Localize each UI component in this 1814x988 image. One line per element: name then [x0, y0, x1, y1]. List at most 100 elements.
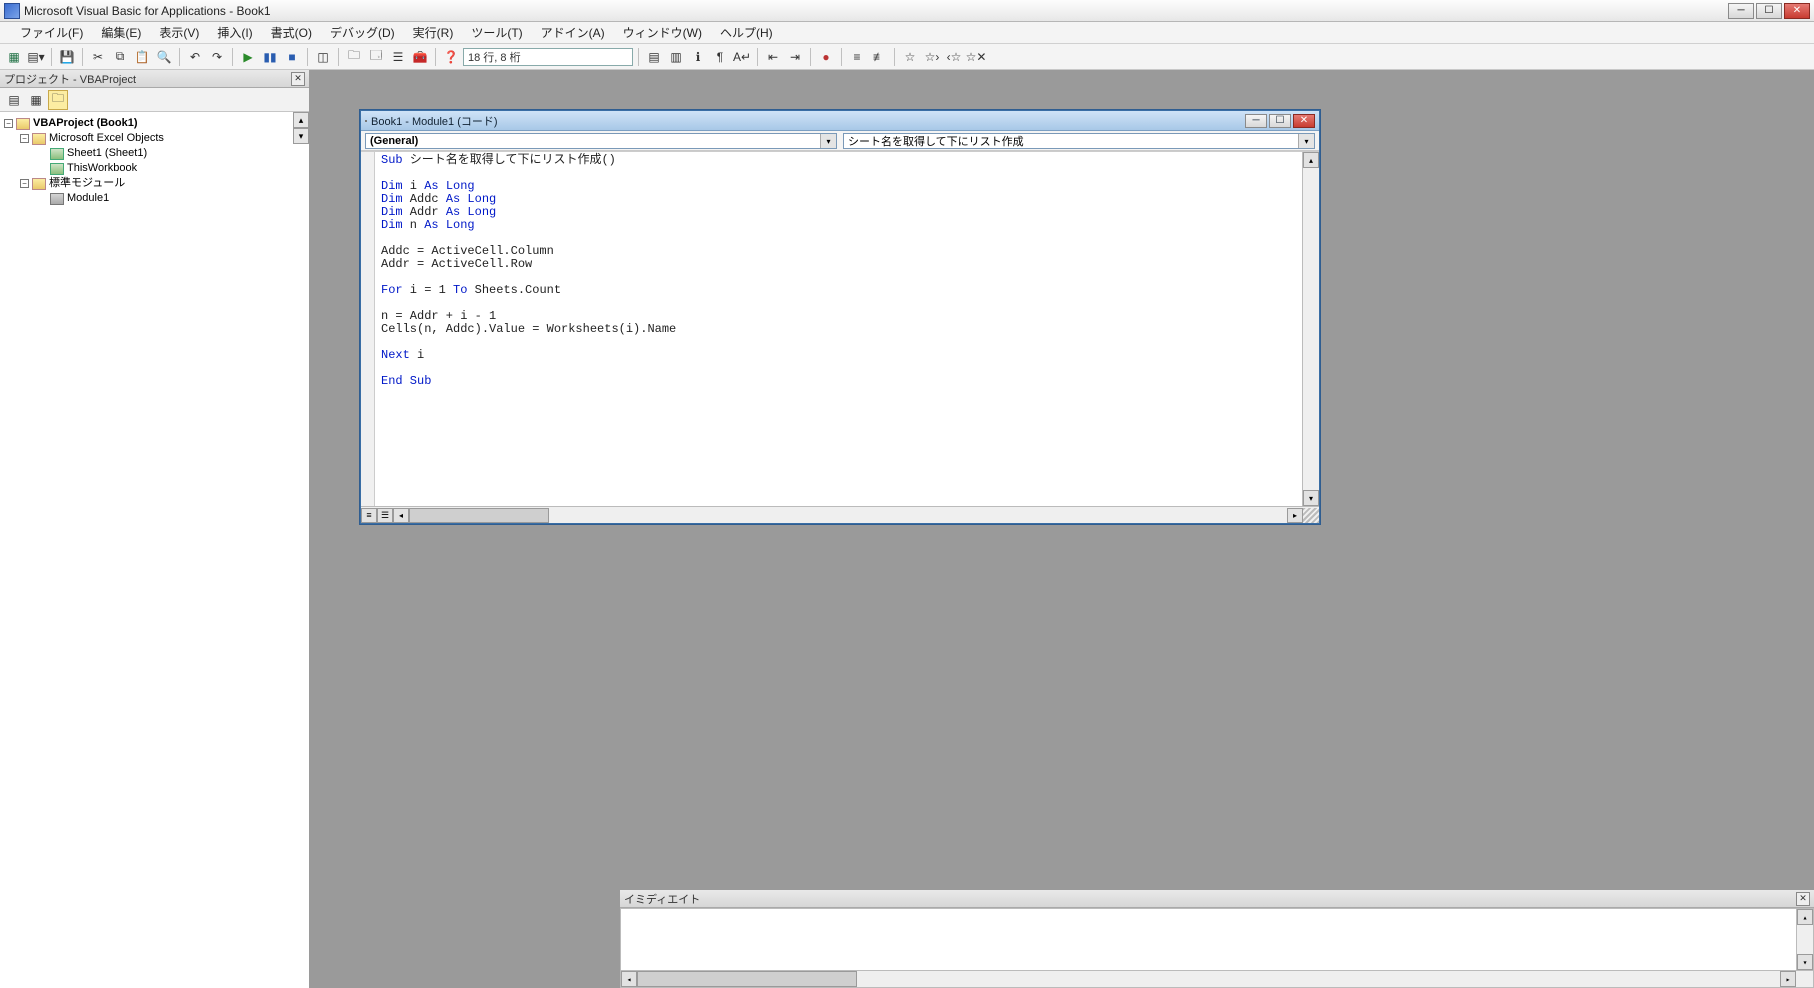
scroll-right-icon[interactable]: ▸	[1287, 508, 1303, 523]
save-icon[interactable]: 💾	[57, 47, 77, 67]
indent-icon[interactable]: ⇥	[785, 47, 805, 67]
scroll-down-icon[interactable]: ▾	[1797, 954, 1813, 970]
procedure-view-icon[interactable]: ≡	[361, 508, 377, 523]
scrollbar-thumb[interactable]	[409, 508, 549, 523]
scroll-up-icon[interactable]: ▴	[1797, 909, 1813, 925]
chevron-down-icon[interactable]: ▾	[1298, 134, 1314, 148]
size-grip-icon[interactable]	[1303, 508, 1319, 523]
close-button[interactable]: ✕	[1784, 3, 1810, 19]
code-close-button[interactable]: ✕	[1293, 114, 1315, 128]
code-vertical-scrollbar[interactable]: ▴ ▾	[1302, 152, 1319, 506]
menu-format[interactable]: 書式(O)	[263, 22, 320, 43]
tree-item-sheet1[interactable]: Sheet1 (Sheet1)	[67, 146, 147, 161]
menu-debug[interactable]: デバッグ(D)	[322, 22, 403, 43]
help-icon[interactable]: ❓	[441, 47, 461, 67]
breakpoint-icon[interactable]: ●	[816, 47, 836, 67]
menu-addins[interactable]: アドイン(A)	[533, 22, 613, 43]
find-icon[interactable]: 🔍	[154, 47, 174, 67]
excel-icon[interactable]: ▦	[4, 47, 24, 67]
project-tree[interactable]: ▴ ▾ − VBAProject (Book1) − Micr	[0, 112, 309, 988]
tree-scroll-up-icon[interactable]: ▴	[293, 112, 309, 128]
code-horizontal-scrollbar[interactable]: ◂ ▸	[393, 508, 1303, 523]
project-explorer-close-button[interactable]: ✕	[291, 72, 305, 86]
paste-icon[interactable]: 📋	[132, 47, 152, 67]
immediate-input[interactable]: ▴ ▾ ◂ ▸	[620, 908, 1814, 988]
object-dropdown[interactable]: (General) ▾	[365, 133, 837, 149]
tree-item-thisworkbook[interactable]: ThisWorkbook	[67, 161, 137, 176]
scrollbar-thumb[interactable]	[637, 971, 857, 987]
reset-icon[interactable]: ■	[282, 47, 302, 67]
menu-window[interactable]: ウィンドウ(W)	[615, 22, 710, 43]
bookmark-prev-icon[interactable]: ‹☆	[944, 47, 964, 67]
bookmark-toggle-icon[interactable]: ☆	[900, 47, 920, 67]
list-properties-icon[interactable]: ▤	[644, 47, 664, 67]
undo-icon[interactable]: ↶	[185, 47, 205, 67]
scroll-left-icon[interactable]: ◂	[621, 971, 637, 987]
scroll-up-icon[interactable]: ▴	[1303, 152, 1319, 168]
procedure-dropdown-value: シート名を取得して下にリスト作成	[848, 133, 1024, 149]
tree-scroll-down-icon[interactable]: ▾	[293, 128, 309, 144]
scroll-right-icon[interactable]: ▸	[1780, 971, 1796, 987]
menu-file[interactable]: ファイル(F)	[12, 22, 91, 43]
tree-collapse-icon[interactable]: −	[4, 119, 13, 128]
menu-edit[interactable]: 編集(E)	[93, 22, 149, 43]
menu-run[interactable]: 実行(R)	[405, 22, 462, 43]
project-explorer-icon[interactable]: 🗀	[344, 47, 364, 67]
object-browser-icon[interactable]: ☰	[388, 47, 408, 67]
code-maximize-button[interactable]: ☐	[1269, 114, 1291, 128]
view-object-icon[interactable]: ▦	[26, 90, 46, 110]
project-root[interactable]: VBAProject (Book1)	[33, 116, 138, 131]
copy-icon[interactable]: ⧉	[110, 47, 130, 67]
app-window-controls: ─ ☐ ✕	[1728, 3, 1810, 19]
uncomment-block-icon[interactable]: ≢	[869, 47, 889, 67]
scroll-down-icon[interactable]: ▾	[1303, 490, 1319, 506]
chevron-down-icon[interactable]: ▾	[820, 134, 836, 148]
insert-dropdown-icon[interactable]: ▤▾	[26, 47, 46, 67]
code-window-titlebar[interactable]: Book1 - Module1 (コード) ─ ☐ ✕	[361, 111, 1319, 131]
tree-collapse-icon[interactable]: −	[20, 134, 29, 143]
code-minimize-button[interactable]: ─	[1245, 114, 1267, 128]
redo-icon[interactable]: ↷	[207, 47, 227, 67]
cut-icon[interactable]: ✂	[88, 47, 108, 67]
menu-insert[interactable]: 挿入(I)	[209, 22, 260, 43]
menu-view[interactable]: 表示(V)	[151, 22, 207, 43]
toggle-folders-icon[interactable]: 🗀	[48, 90, 68, 110]
immediate-vertical-scrollbar[interactable]: ▴ ▾	[1796, 909, 1813, 970]
minimize-button[interactable]: ─	[1728, 3, 1754, 19]
code-text-span: Addr	[403, 205, 446, 219]
break-icon[interactable]: ▮▮	[260, 47, 280, 67]
complete-word-icon[interactable]: A↵	[732, 47, 752, 67]
immediate-window: イミディエイト ✕ ▴ ▾ ◂ ▸	[620, 888, 1814, 988]
scroll-left-icon[interactable]: ◂	[393, 508, 409, 523]
maximize-button[interactable]: ☐	[1756, 3, 1782, 19]
code-keyword: As Long	[424, 179, 474, 193]
code-window[interactable]: Book1 - Module1 (コード) ─ ☐ ✕ (General) ▾ …	[360, 110, 1320, 524]
properties-icon[interactable]: 🗔	[366, 47, 386, 67]
list-constants-icon[interactable]: ▥	[666, 47, 686, 67]
code-text-span: Addc	[403, 192, 446, 206]
menu-tools[interactable]: ツール(T)	[463, 22, 530, 43]
bookmark-next-icon[interactable]: ☆›	[922, 47, 942, 67]
design-mode-icon[interactable]: ◫	[313, 47, 333, 67]
code-text-span: n	[403, 218, 425, 232]
tree-collapse-icon[interactable]: −	[20, 179, 29, 188]
comment-block-icon[interactable]: ≡	[847, 47, 867, 67]
std-modules-folder[interactable]: 標準モジュール	[49, 176, 125, 191]
full-module-view-icon[interactable]: ☰	[377, 508, 393, 523]
parameter-info-icon[interactable]: ¶	[710, 47, 730, 67]
immediate-close-button[interactable]: ✕	[1796, 892, 1810, 906]
view-code-icon[interactable]: ▤	[4, 90, 24, 110]
menu-help[interactable]: ヘルプ(H)	[712, 22, 781, 43]
separator	[82, 48, 83, 66]
tree-item-module1[interactable]: Module1	[67, 191, 109, 206]
code-margin[interactable]	[361, 152, 375, 506]
excel-objects-folder[interactable]: Microsoft Excel Objects	[49, 131, 164, 146]
procedure-dropdown[interactable]: シート名を取得して下にリスト作成 ▾	[843, 133, 1315, 149]
quick-info-icon[interactable]: ℹ	[688, 47, 708, 67]
toolbox-icon[interactable]: 🧰	[410, 47, 430, 67]
run-icon[interactable]: ▶	[238, 47, 258, 67]
bookmark-clear-icon[interactable]: ☆✕	[966, 47, 986, 67]
code-editor[interactable]: Sub シート名を取得して下にリスト作成() Dim i As Long Dim…	[375, 152, 1302, 506]
outdent-icon[interactable]: ⇤	[763, 47, 783, 67]
immediate-horizontal-scrollbar[interactable]: ◂ ▸	[621, 970, 1813, 987]
